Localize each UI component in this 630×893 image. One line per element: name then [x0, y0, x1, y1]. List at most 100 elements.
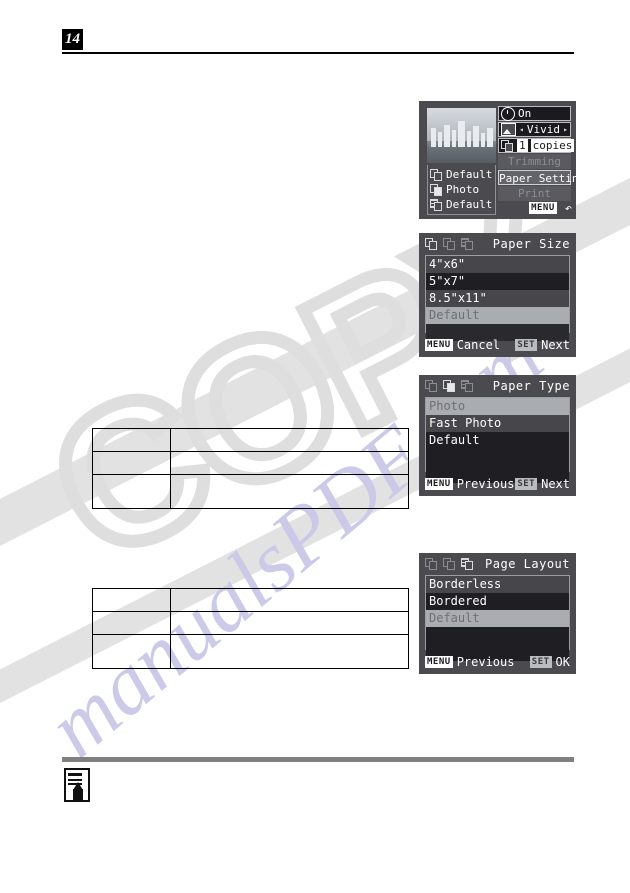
- list-item-selected[interactable]: Default: [426, 307, 569, 324]
- list-item-selected[interactable]: Photo: [426, 398, 569, 415]
- paper-size-icon[interactable]: [425, 558, 438, 570]
- page-layout-icon[interactable]: [461, 558, 474, 570]
- footer-right-label: Next: [541, 476, 570, 491]
- list-item: [426, 449, 569, 466]
- list-item[interactable]: 4"x6": [426, 256, 569, 273]
- list-item: [426, 627, 569, 644]
- lcd-screen-page-layout[interactable]: Page Layout Borderless Bordered Default …: [419, 553, 576, 674]
- set-button-chip[interactable]: SET: [529, 655, 552, 668]
- option-date-print[interactable]: On: [498, 106, 571, 121]
- paper-type-icon[interactable]: [443, 558, 456, 570]
- screen-footer: MENU Previous SET OK: [425, 653, 570, 670]
- table-cell: [92, 451, 171, 475]
- option-image-effect[interactable]: ◂ Vivid ▸: [498, 122, 571, 137]
- set-button-chip[interactable]: SET: [515, 338, 538, 351]
- footer-next-control[interactable]: SET Next: [515, 338, 570, 352]
- footer-left-label: Previous: [456, 476, 515, 491]
- paper-type-icon[interactable]: [443, 380, 456, 392]
- page-layout-icon[interactable]: [461, 238, 474, 250]
- list-item[interactable]: Borderless: [426, 576, 569, 593]
- lcd-screen-print-menu[interactable]: Default Photo Default On ◂ Vivid ▸ 1 cop…: [419, 101, 592, 219]
- command-trimming[interactable]: Trimming: [498, 154, 571, 169]
- footer-left-label: Cancel: [456, 337, 501, 352]
- lcd-screen-paper-size[interactable]: Paper Size 4"x6" 5"x7" 8.5"x11" Default …: [419, 233, 576, 357]
- table-row: [92, 611, 409, 635]
- screen-header: Paper Type: [419, 375, 576, 397]
- paper-size-list[interactable]: 4"x6" 5"x7" 8.5"x11" Default: [425, 255, 570, 341]
- table-cell: [92, 588, 171, 612]
- footer-next-control[interactable]: SET Next: [515, 477, 570, 491]
- footer-cancel-control[interactable]: MENU Cancel: [425, 338, 500, 352]
- summary-row-paper-type: Photo: [430, 182, 495, 197]
- photo-thumbnail: [427, 108, 496, 163]
- option-value: On: [518, 107, 532, 120]
- footer-right-label: OK: [555, 654, 570, 669]
- list-item[interactable]: 5"x7": [426, 273, 569, 290]
- lcd-screen-paper-type[interactable]: Paper Type Photo Fast Photo Default MENU…: [419, 375, 576, 496]
- option-copies[interactable]: 1 copies: [498, 138, 575, 153]
- screen-header: Paper Size: [419, 233, 576, 255]
- footer-left-label: Previous: [456, 654, 515, 669]
- screen-footer: MENU Previous SET Next: [425, 475, 570, 492]
- summary-row-paper-size: Default: [430, 167, 495, 182]
- summary-label: Default: [446, 198, 493, 211]
- footer-previous-control[interactable]: MENU Previous: [425, 477, 514, 491]
- paper-type-icon[interactable]: [443, 238, 456, 250]
- page-title: Page Layout: [485, 557, 570, 571]
- chapter-badge-icon: 14: [62, 29, 83, 50]
- list-item[interactable]: 8.5"x11": [426, 290, 569, 307]
- list-item-selected[interactable]: Default: [426, 610, 569, 627]
- copies-icon: [501, 139, 514, 152]
- page-layout-icon[interactable]: [461, 380, 474, 392]
- copies-value[interactable]: 1: [517, 139, 528, 152]
- table-cell: [92, 634, 171, 669]
- footer-ok-control[interactable]: SET OK: [529, 654, 570, 669]
- command-print[interactable]: Print: [498, 186, 571, 201]
- table-cell: [170, 428, 409, 452]
- menu-button-chip[interactable]: MENU: [529, 202, 557, 214]
- tab-icon-group: [425, 380, 474, 392]
- table-cell: [170, 588, 409, 612]
- page-header: 14: [62, 29, 574, 57]
- tab-icon-group: [425, 238, 474, 250]
- summary-label: Default: [446, 168, 493, 181]
- print-menu-options: On ◂ Vivid ▸ 1 copies Trimming Paper Set…: [498, 106, 592, 202]
- table-row: [92, 428, 409, 452]
- table-cell: [170, 634, 409, 669]
- page-layout-list[interactable]: Borderless Bordered Default: [425, 575, 570, 661]
- chevron-right-icon[interactable]: ▸: [563, 122, 570, 137]
- paper-type-list[interactable]: Photo Fast Photo Default: [425, 397, 570, 483]
- table-row: [92, 474, 409, 509]
- table-cell: [92, 474, 171, 509]
- menu-button-chip[interactable]: MENU: [425, 477, 453, 490]
- memo-note-icon: [64, 768, 90, 802]
- page-title: Paper Size: [492, 237, 570, 251]
- clock-icon: [501, 106, 515, 121]
- paper-type-icon: [430, 183, 443, 196]
- menu-button-chip[interactable]: MENU: [425, 655, 453, 668]
- table-row: [92, 634, 409, 669]
- back-arrow-icon: ↶: [564, 201, 572, 215]
- footer-previous-control[interactable]: MENU Previous: [425, 655, 514, 669]
- command-paper-settings[interactable]: Paper Settings: [498, 170, 592, 185]
- menu-back-control[interactable]: MENU ↶: [529, 201, 572, 215]
- list-item[interactable]: Default: [426, 432, 569, 449]
- image-effect-icon: [501, 123, 516, 136]
- spec-table-two: [92, 588, 409, 669]
- list-item[interactable]: Bordered: [426, 593, 569, 610]
- footer-right-label: Next: [541, 337, 570, 352]
- spec-table-one: [92, 428, 409, 509]
- paper-size-icon[interactable]: [425, 380, 438, 392]
- screen-footer: MENU Cancel SET Next: [425, 336, 570, 353]
- table-cell: [170, 611, 409, 635]
- set-button-chip[interactable]: SET: [515, 477, 538, 490]
- chevron-left-icon[interactable]: ◂: [519, 122, 524, 137]
- document-page: 14 Default Photo Default On ◂ Vivid ▸ 1 …: [0, 0, 630, 893]
- menu-button-chip[interactable]: MENU: [425, 338, 453, 351]
- paper-size-icon[interactable]: [425, 238, 438, 250]
- table-cell: [92, 428, 171, 452]
- list-item[interactable]: Fast Photo: [426, 415, 569, 432]
- table-row: [92, 451, 409, 475]
- current-paper-settings-summary: Default Photo Default: [427, 165, 496, 215]
- header-divider: [62, 52, 574, 54]
